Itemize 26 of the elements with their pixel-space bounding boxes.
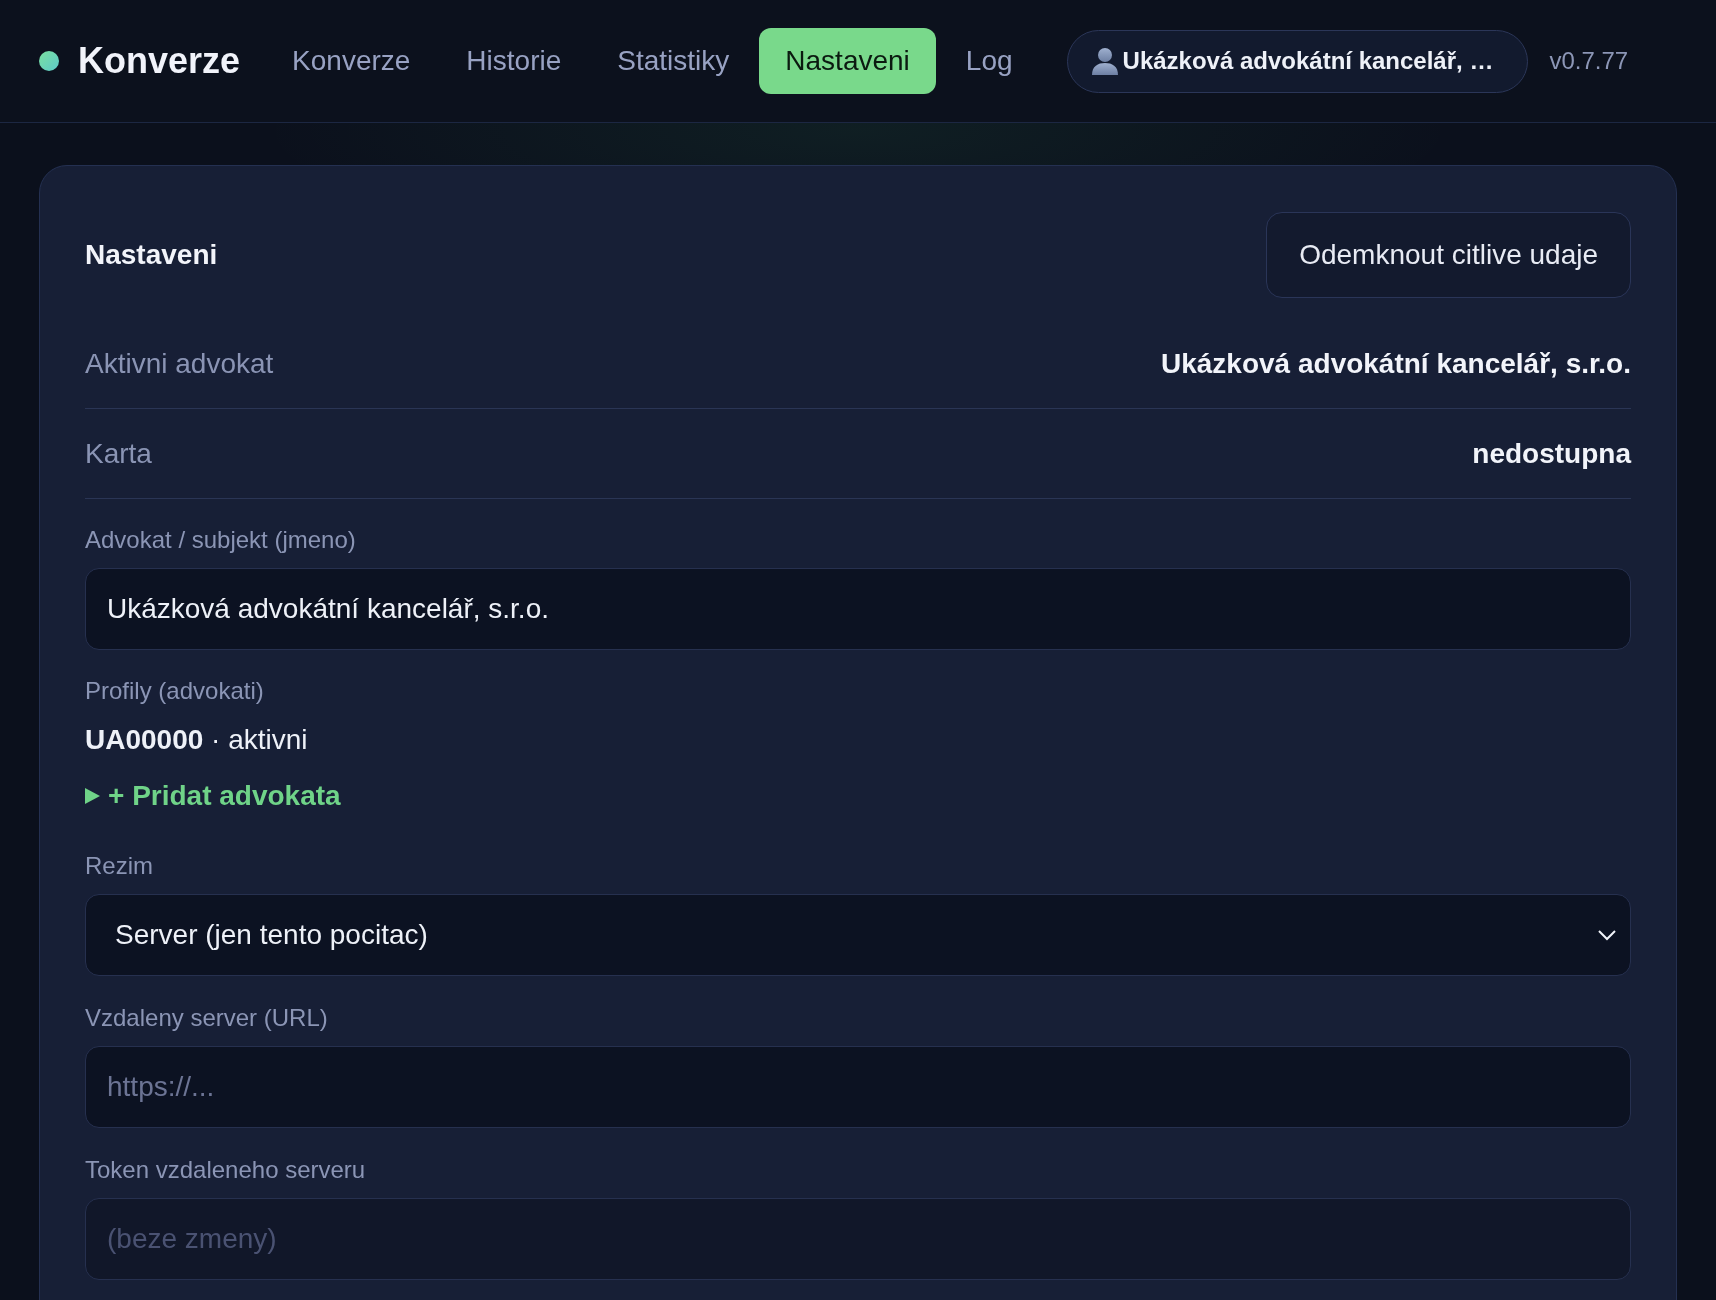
field-label: Rezim (85, 851, 154, 881)
version-label: v0.7.77 (1549, 46, 1629, 76)
nav-tab[interactable]: Log (939, 28, 1039, 94)
info-value: Ukázková advokátní kancelář, s.r.o. (1161, 347, 1631, 380)
nav-tab[interactable]: Historie (440, 28, 588, 94)
person-icon (1091, 47, 1118, 75)
mode-select[interactable]: Server (jen tento pocitac) (85, 894, 1631, 976)
url-input[interactable]: https://... (85, 1046, 1631, 1128)
add-lawyer-toggle[interactable]: + Pridat advokata (85, 779, 341, 813)
nav-tab[interactable]: Konverze (266, 28, 437, 94)
chevron-down-icon (1598, 929, 1616, 941)
field-label: Advokat / subjekt (jmeno) (85, 525, 357, 555)
field-label: Profily (advokati) (85, 676, 265, 706)
name-input[interactable]: Ukázková advokátní kancelář, s.r.o. (85, 568, 1631, 650)
info-label: Aktivni advokat (85, 347, 274, 380)
app-title: Konverze (78, 43, 241, 79)
nav-tab[interactable]: Statistiky (591, 28, 756, 94)
nav-tab[interactable]: Nastaveni (759, 28, 936, 94)
field-label: Vzdaleny server (URL) (85, 1003, 329, 1033)
info-label: Karta (85, 437, 152, 470)
unlock-button[interactable]: Odemknout citlive udaje (1266, 212, 1631, 298)
info-value: nedostupna (1472, 437, 1631, 470)
account-button[interactable]: Ukázková advokátní kancelář, … (1066, 29, 1529, 93)
profile-entry: UA00000 · aktivni (85, 723, 309, 757)
card-title: Nastaveni (85, 238, 218, 272)
field-label: Token vzdaleneho serveru (85, 1155, 367, 1185)
